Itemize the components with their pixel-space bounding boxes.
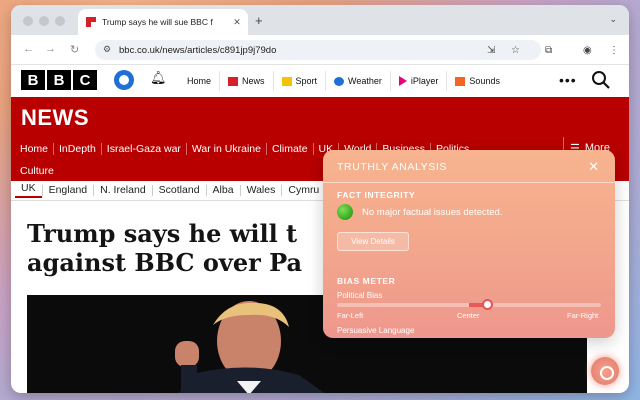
truthly-panel: TRUTHLY ANALYSIS ✕ FACT INTEGRITY No maj… — [323, 150, 615, 338]
masthead-nav-label: Sport — [295, 76, 318, 86]
truthly-launcher-button[interactable] — [591, 357, 619, 385]
bbc-news-favicon-icon — [86, 17, 96, 27]
masthead-nav-sounds[interactable]: Sounds — [446, 71, 508, 91]
reload-icon[interactable]: ↻ — [70, 43, 79, 56]
more-menu-button[interactable]: ••• — [559, 72, 577, 88]
sport-icon — [281, 76, 292, 86]
masthead-nav-news[interactable]: News — [219, 71, 273, 91]
site-info-icon[interactable]: ⚙ — [103, 44, 111, 55]
masthead-nav-label: Sounds — [469, 76, 500, 86]
masthead-nav-weather[interactable]: Weather — [325, 71, 390, 91]
tab-title: Trump says he will sue BBC f — [102, 17, 213, 27]
news-nav-indepth[interactable]: InDepth — [53, 143, 101, 155]
masthead-nav: Home News Sport Weather iPlayer Sounds — [179, 65, 508, 97]
sub-nav-alba[interactable]: Alba — [205, 185, 240, 196]
profile-icon[interactable]: ◉ — [583, 45, 592, 56]
bias-meter-knob[interactable] — [481, 299, 493, 310]
account-icon[interactable] — [114, 70, 134, 90]
bias-meter-track — [337, 299, 601, 310]
close-icon[interactable]: ✕ — [588, 159, 599, 175]
sub-nav-wales[interactable]: Wales — [239, 185, 282, 196]
weather-icon — [334, 76, 345, 86]
panel-title: TRUTHLY ANALYSIS — [337, 161, 447, 173]
political-bias-label: Political Bias — [337, 291, 383, 300]
bbc-masthead: B B C 🔔︎ Home News Sport Weather iPlayer… — [11, 65, 629, 97]
maximize-window-button[interactable] — [55, 16, 65, 26]
back-arrow-icon[interactable]: ← — [23, 43, 34, 55]
view-details-button[interactable]: View Details — [337, 232, 409, 251]
install-app-icon[interactable]: ⇲ — [487, 45, 495, 56]
browser-tab[interactable]: Trump says he will sue BBC f ✕ — [78, 9, 248, 35]
extensions-icon[interactable]: ⧉ — [545, 45, 552, 56]
news-banner: NEWS — [11, 97, 629, 137]
fact-integrity-label: FACT INTEGRITY — [337, 190, 416, 200]
logo-letter: B — [21, 70, 45, 90]
new-tab-button[interactable]: + — [255, 13, 263, 28]
news-icon — [228, 76, 239, 86]
url-text: bbc.co.uk/news/articles/c891jp9j79do — [119, 44, 277, 56]
masthead-nav-iplayer[interactable]: iPlayer — [389, 71, 447, 91]
masthead-nav-label: Weather — [348, 76, 382, 86]
masthead-nav-label: Home — [187, 76, 212, 86]
logo-letter: B — [47, 70, 71, 90]
bias-meter-label: BIAS METER — [337, 276, 396, 286]
bias-scale-left: Far-Left — [337, 311, 364, 320]
headline-line: Trump says he will t — [27, 219, 298, 248]
tab-strip: Trump says he will sue BBC f ✕ + ⌄ — [11, 5, 629, 35]
news-title[interactable]: NEWS — [21, 105, 89, 131]
article-headline: Trump says he will t against BBC over Pa — [27, 219, 347, 277]
masthead-nav-sport[interactable]: Sport — [272, 71, 326, 91]
search-icon[interactable] — [591, 70, 611, 90]
masthead-nav-label: iPlayer — [410, 76, 439, 86]
close-window-button[interactable] — [23, 16, 33, 26]
panel-divider — [323, 182, 615, 183]
sub-nav-england[interactable]: England — [41, 185, 94, 196]
browser-toolbar: ← → ↻ ⚙ bbc.co.uk/news/articles/c891jp9j… — [11, 35, 629, 65]
sub-nav-scotland[interactable]: Scotland — [151, 185, 206, 196]
bookmark-star-icon[interactable]: ☆ — [511, 45, 520, 56]
bias-scale-center: Center — [457, 311, 480, 320]
minimize-window-button[interactable] — [39, 16, 49, 26]
status-ok-icon — [337, 204, 353, 220]
news-nav-israel-gaza[interactable]: Israel-Gaza war — [100, 143, 186, 155]
news-nav-climate[interactable]: Climate — [265, 143, 313, 155]
bias-scale-right: Far-Right — [567, 311, 599, 320]
address-bar[interactable]: ⚙ bbc.co.uk/news/articles/c891jp9j79do — [95, 40, 541, 60]
logo-letter: C — [73, 70, 97, 90]
notifications-bell-icon[interactable]: 🔔︎ — [150, 70, 167, 86]
tab-close-icon[interactable]: ✕ — [230, 17, 244, 28]
masthead-nav-home[interactable]: Home — [179, 71, 219, 91]
tab-search-button[interactable]: ⌄ — [609, 14, 617, 25]
forward-arrow-icon[interactable]: → — [45, 43, 56, 55]
sounds-icon — [455, 76, 466, 86]
news-nav-culture[interactable]: Culture — [15, 165, 59, 177]
headline-line: against BBC over Pa — [27, 248, 303, 277]
iplayer-icon — [398, 76, 407, 86]
persuasive-language-label: Persuasive Language — [337, 326, 415, 335]
sub-nav-cymru[interactable]: Cymru — [281, 185, 325, 196]
sub-nav-n-ireland[interactable]: N. Ireland — [93, 185, 152, 196]
news-nav-row: Culture — [15, 165, 59, 177]
news-nav-home[interactable]: Home — [15, 143, 53, 155]
fact-status-text: No major factual issues detected. — [362, 207, 503, 218]
sub-nav-uk[interactable]: UK — [15, 183, 42, 198]
bbc-logo[interactable]: B B C — [21, 70, 97, 90]
browser-menu-icon[interactable]: ⋮ — [609, 45, 619, 56]
news-nav-ukraine[interactable]: War in Ukraine — [185, 143, 266, 155]
masthead-nav-label: News — [242, 76, 265, 86]
